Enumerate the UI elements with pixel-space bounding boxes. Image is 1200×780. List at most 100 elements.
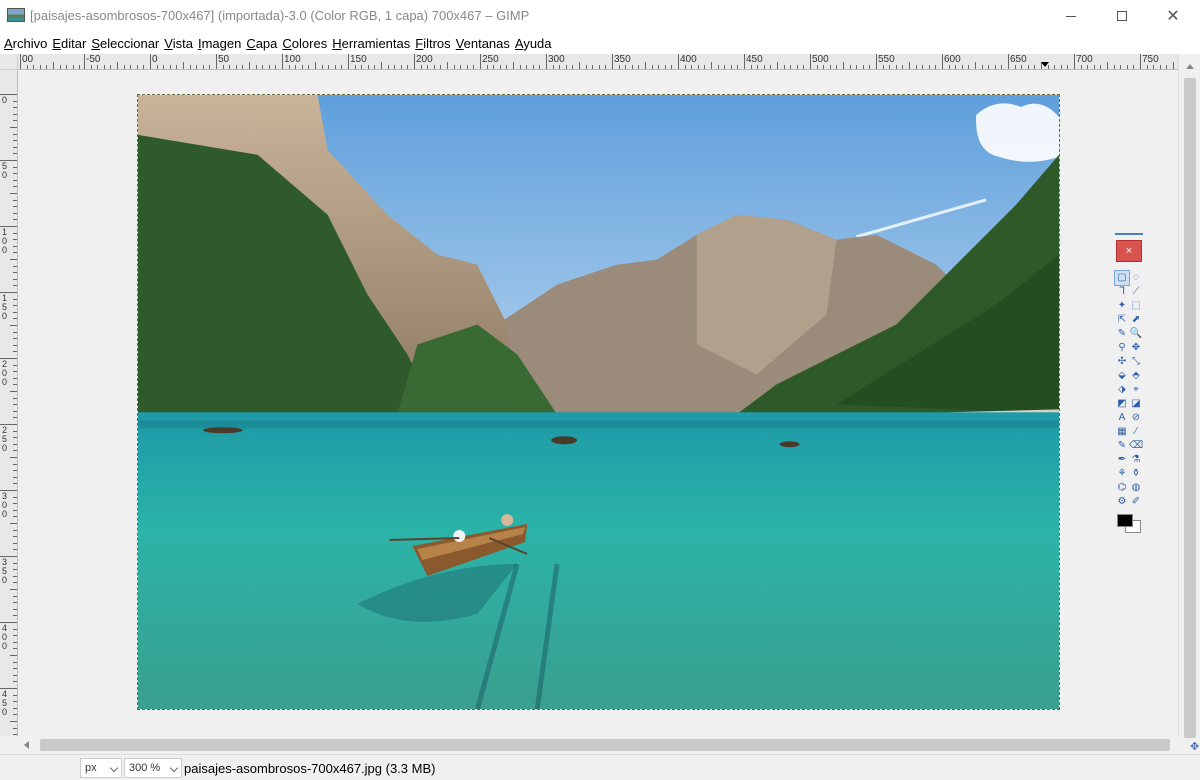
tool-button-31[interactable]: ◍ — [1129, 481, 1143, 495]
ruler-h-major-tick — [84, 54, 85, 69]
tool-button-11[interactable]: ✥ — [1129, 341, 1143, 355]
tool-button-28[interactable]: ⚘ — [1115, 467, 1129, 481]
close-button[interactable]: ✕ — [1150, 0, 1196, 32]
ruler-h-minor-tick — [249, 62, 250, 69]
ruler-h-major-tick — [942, 54, 943, 69]
menu-bar: Archivo Editar Seleccionar Vista Imagen … — [0, 32, 1200, 54]
ruler-v-minor-tick — [10, 655, 17, 656]
status-bar: px 300 % paisajes-asombrosos-700x467.jpg… — [0, 754, 1200, 780]
menu-herramientas[interactable]: Herramientas — [332, 36, 410, 51]
tool-button-23[interactable]: ∕ — [1129, 425, 1143, 439]
menu-seleccionar[interactable]: Seleccionar — [91, 36, 159, 51]
tool-button-21[interactable]: ⊘ — [1129, 411, 1143, 425]
tool-grid: ▢ ◌ ᒣ ⟋ ✦ ⬚ ⇱ ⬈ ✎ 🔍 ⚲ ✥ ✣ ⤡ ⬙ ⬘ ⬗ ⌖ ◩ ◪ A ⊘ ▦ ∕ ✎ ⌫ ✒ ⚗ ⚘ ⚱ ⌬ ◍ ⚙ ✐ — [1114, 270, 1143, 509]
zoom-select[interactable]: 300 % — [124, 758, 182, 778]
tool-button-19[interactable]: ◪ — [1129, 397, 1143, 411]
tool-button-12[interactable]: ✣ — [1115, 355, 1129, 369]
ruler-h-label: 350 — [614, 54, 631, 65]
ruler-v-label: 0 — [2, 95, 8, 105]
tool-button-8[interactable]: ✎ — [1115, 327, 1129, 341]
horizontal-scrollbar[interactable] — [18, 736, 1178, 754]
menu-ayuda[interactable]: Ayuda — [515, 36, 552, 51]
tool-button-9[interactable]: 🔍 — [1129, 327, 1143, 341]
ruler-h-label: 250 — [482, 54, 499, 65]
ruler-h-major-tick — [348, 54, 349, 69]
minimize-button[interactable] — [1048, 0, 1094, 32]
tool-button-27[interactable]: ⚗ — [1129, 453, 1143, 467]
tool-button-22[interactable]: ▦ — [1115, 425, 1129, 439]
menu-imagen[interactable]: Imagen — [198, 36, 241, 51]
ruler-h-major-tick — [546, 54, 547, 69]
ruler-h-label: 00 — [22, 54, 34, 65]
tool-button-10[interactable]: ⚲ — [1115, 341, 1129, 355]
menu-editar[interactable]: Editar — [52, 36, 86, 51]
tool-button-32[interactable]: ⚙ — [1115, 495, 1129, 509]
menu-vista[interactable]: Vista — [164, 36, 193, 51]
tool-button-3[interactable]: ⟋ — [1129, 285, 1143, 299]
ruler-v-minor-tick — [10, 457, 17, 458]
ruler-h-minor-tick — [513, 62, 514, 69]
ruler-v-minor-tick — [10, 325, 17, 326]
menu-capa[interactable]: Capa — [246, 36, 277, 51]
ruler-h-major-tick — [876, 54, 877, 69]
ruler-v-minor-tick — [10, 127, 17, 128]
unit-select[interactable]: px — [80, 758, 122, 778]
vertical-ruler[interactable]: 0 50 100 150 200 250 300 350 400 450 — [0, 70, 18, 736]
landscape-photo — [138, 95, 1059, 709]
ruler-h-major-tick — [1140, 54, 1141, 69]
tool-button-24[interactable]: ✎ — [1115, 439, 1129, 453]
tool-button-0[interactable]: ▢ — [1114, 270, 1130, 286]
vertical-scroll-thumb[interactable] — [1184, 78, 1196, 738]
scroll-left-icon[interactable] — [24, 741, 29, 749]
toolbox-close-button[interactable]: × — [1116, 240, 1142, 262]
ruler-h-minor-tick — [381, 62, 382, 69]
tool-button-30[interactable]: ⌬ — [1115, 481, 1129, 495]
menu-colores[interactable]: Colores — [282, 36, 327, 51]
ruler-h-label: 100 — [284, 54, 301, 65]
scroll-up-icon[interactable] — [1186, 64, 1194, 69]
ruler-h-label: 600 — [944, 54, 961, 65]
tool-button-7[interactable]: ⬈ — [1129, 313, 1143, 327]
menu-archivo[interactable]: Archivo — [4, 36, 47, 51]
ruler-v-minor-tick — [10, 193, 17, 194]
menu-filtros[interactable]: Filtros — [415, 36, 450, 51]
menu-ventanas[interactable]: Ventanas — [456, 36, 510, 51]
tool-button-20[interactable]: A — [1115, 411, 1129, 425]
tool-button-26[interactable]: ✒ — [1115, 453, 1129, 467]
ruler-h-label: 150 — [350, 54, 367, 65]
ruler-h-minor-tick — [117, 62, 118, 69]
horizontal-scroll-thumb[interactable] — [40, 739, 1170, 751]
color-selector[interactable] — [1117, 514, 1143, 536]
ruler-v-label: 200 — [2, 359, 8, 387]
foreground-color-swatch[interactable] — [1117, 514, 1133, 527]
ruler-h-minor-tick — [53, 62, 54, 69]
image-canvas[interactable] — [137, 94, 1060, 710]
tool-button-15[interactable]: ⬘ — [1129, 369, 1143, 383]
tool-button-2[interactable]: ᒣ — [1115, 285, 1129, 299]
ruler-h-major-tick — [216, 54, 217, 69]
tool-button-14[interactable]: ⬙ — [1115, 369, 1129, 383]
ruler-corner[interactable] — [0, 54, 18, 70]
tool-button-18[interactable]: ◩ — [1115, 397, 1129, 411]
tool-button-33[interactable]: ✐ — [1129, 495, 1143, 509]
tool-button-25[interactable]: ⌫ — [1129, 439, 1143, 453]
tool-button-17[interactable]: ⌖ — [1129, 383, 1143, 397]
ruler-h-major-tick — [20, 54, 21, 69]
ruler-v-minor-tick — [10, 523, 17, 524]
canvas-area[interactable] — [18, 70, 1178, 736]
ruler-v-label: 250 — [2, 425, 8, 453]
maximize-button[interactable] — [1099, 0, 1145, 32]
tool-button-1[interactable]: ◌ — [1129, 271, 1143, 285]
tool-button-6[interactable]: ⇱ — [1115, 313, 1129, 327]
tool-button-4[interactable]: ✦ — [1115, 299, 1129, 313]
vertical-scrollbar[interactable] — [1178, 54, 1200, 767]
tool-button-29[interactable]: ⚱ — [1129, 467, 1143, 481]
tool-button-5[interactable]: ⬚ — [1129, 299, 1143, 313]
ruler-h-label: 450 — [746, 54, 763, 65]
ruler-h-major-tick — [150, 54, 151, 69]
horizontal-ruler[interactable]: 00 -50 0 50 100 150 200 250 300 350 400 450 500 550 60… — [18, 54, 1178, 70]
navigate-icon[interactable]: ✥ — [1190, 740, 1199, 753]
tool-button-13[interactable]: ⤡ — [1129, 355, 1143, 369]
tool-button-16[interactable]: ⬗ — [1115, 383, 1129, 397]
ruler-h-major-tick — [744, 54, 745, 69]
